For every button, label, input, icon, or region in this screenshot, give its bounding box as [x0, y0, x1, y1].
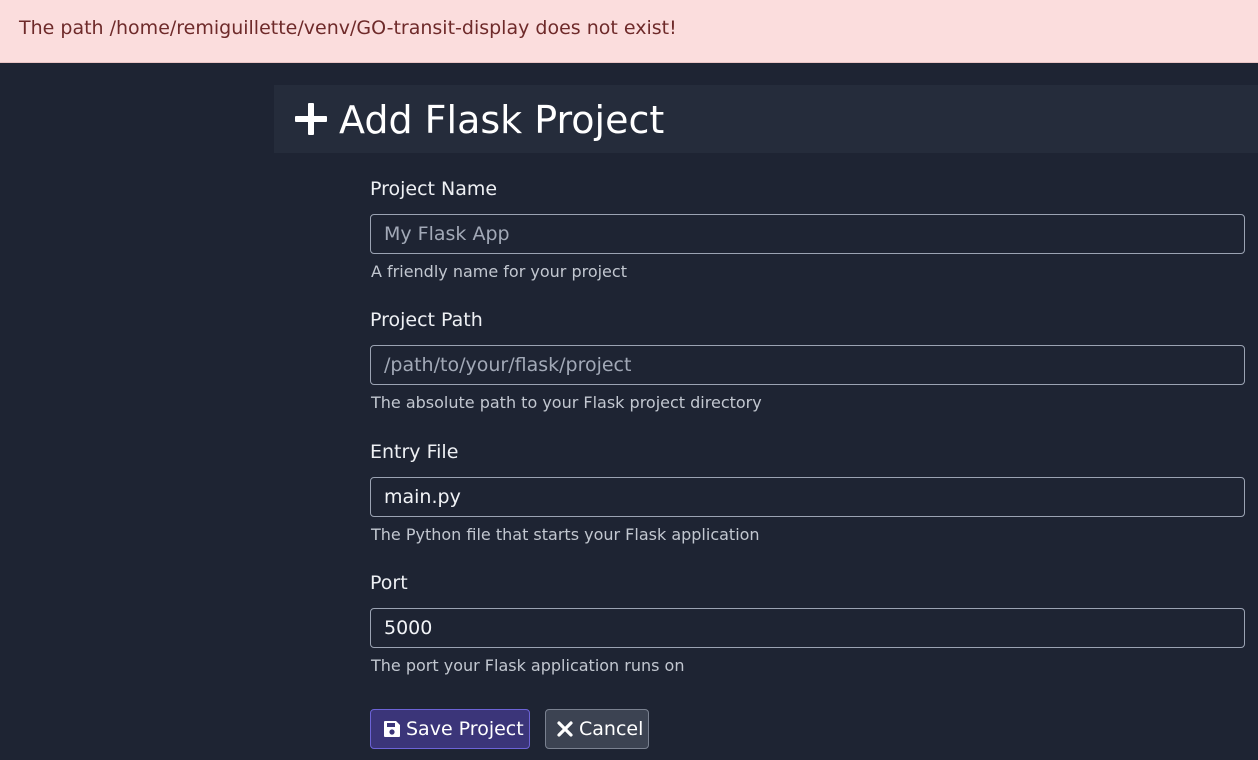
- alert-message: The path /home/remiguillette/venv/GO-tra…: [19, 17, 677, 39]
- project-name-label: Project Name: [370, 178, 498, 200]
- entry-file-input[interactable]: [370, 477, 1245, 517]
- port-help: The port your Flask application runs on: [371, 656, 685, 675]
- entry-file-label: Entry File: [370, 441, 459, 463]
- plus-icon: [294, 102, 328, 136]
- close-icon: [556, 720, 574, 738]
- floppy-disk-icon: [383, 720, 401, 738]
- project-name-input[interactable]: [370, 214, 1245, 254]
- port-input[interactable]: [370, 608, 1245, 648]
- save-project-button[interactable]: Save Project: [370, 709, 530, 749]
- project-path-label: Project Path: [370, 309, 483, 331]
- port-label: Port: [370, 572, 408, 594]
- project-path-input[interactable]: [370, 345, 1245, 385]
- error-alert: The path /home/remiguillette/venv/GO-tra…: [0, 0, 1258, 63]
- project-name-help: A friendly name for your project: [371, 262, 627, 281]
- cancel-button-label: Cancel: [579, 718, 644, 740]
- page-title: Add Flask Project: [339, 98, 665, 142]
- cancel-button[interactable]: Cancel: [545, 709, 649, 749]
- entry-file-help: The Python file that starts your Flask a…: [371, 525, 760, 544]
- project-path-help: The absolute path to your Flask project …: [371, 393, 762, 412]
- page-header: Add Flask Project: [274, 85, 1258, 153]
- save-button-label: Save Project: [406, 718, 524, 740]
